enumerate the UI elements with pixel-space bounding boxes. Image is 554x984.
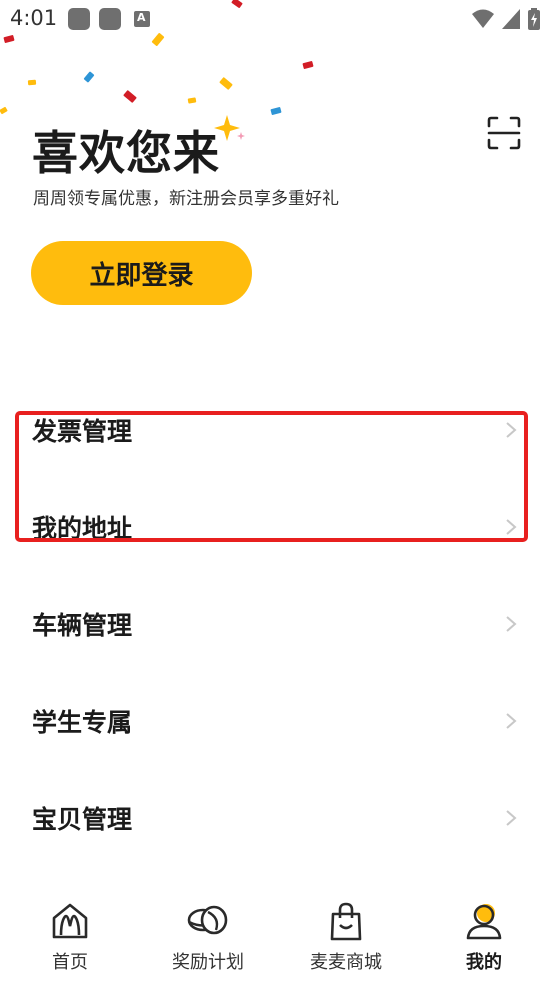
menu-item-label: 学生专属 bbox=[32, 708, 133, 737]
notification-icons bbox=[68, 8, 150, 30]
chevron-right-icon bbox=[506, 713, 517, 729]
shopping-bag-icon bbox=[330, 902, 362, 941]
signal-icon bbox=[502, 9, 520, 29]
nav-label: 我的 bbox=[466, 952, 502, 973]
login-button[interactable]: 立即登录 bbox=[31, 241, 252, 305]
status-bar: 4:01 bbox=[0, 0, 554, 38]
app-notification-icon bbox=[99, 8, 121, 30]
chevron-right-icon bbox=[506, 616, 517, 632]
chevron-right-icon bbox=[506, 422, 517, 438]
menu-item-address[interactable]: 我的地址 bbox=[0, 497, 554, 557]
nav-label: 奖励计划 bbox=[172, 952, 244, 973]
menu-item-baby[interactable]: 宝贝管理 bbox=[0, 788, 554, 848]
nav-item-shop[interactable]: 麦麦商城 bbox=[286, 890, 406, 984]
bottom-nav: 首页 奖励计划 麦麦商城 我的 bbox=[0, 890, 554, 984]
menu-item-label: 宝贝管理 bbox=[32, 805, 133, 834]
system-status-icons bbox=[472, 8, 540, 30]
chevron-right-icon bbox=[506, 810, 517, 826]
menu-item-label: 车辆管理 bbox=[32, 611, 133, 640]
nav-item-home[interactable]: 首页 bbox=[10, 890, 130, 984]
status-time: 4:01 bbox=[10, 6, 58, 30]
scan-icon[interactable] bbox=[487, 116, 521, 150]
profile-icon bbox=[466, 904, 502, 940]
coins-icon bbox=[187, 905, 228, 935]
menu-item-label: 我的地址 bbox=[32, 514, 133, 543]
menu-item-label: 发票管理 bbox=[32, 417, 133, 446]
nav-item-rewards[interactable]: 奖励计划 bbox=[148, 890, 268, 984]
battery-icon bbox=[528, 8, 540, 30]
welcome-subtitle: 周周领专属优惠，新注册会员享多重好礼 bbox=[33, 189, 339, 209]
chevron-right-icon bbox=[506, 519, 517, 535]
home-icon bbox=[52, 903, 88, 939]
sparkle-icon bbox=[214, 115, 245, 141]
welcome-title: 喜欢您来 bbox=[32, 126, 220, 180]
menu-item-vehicle[interactable]: 车辆管理 bbox=[0, 594, 554, 654]
app-notification-icon bbox=[68, 8, 90, 30]
nav-label: 麦麦商城 bbox=[310, 952, 382, 973]
menu-item-student[interactable]: 学生专属 bbox=[0, 691, 554, 751]
nav-label: 首页 bbox=[52, 952, 88, 973]
wifi-icon bbox=[472, 9, 494, 28]
font-notification-icon bbox=[134, 11, 150, 27]
nav-item-mine[interactable]: 我的 bbox=[424, 890, 544, 984]
menu-item-invoice[interactable]: 发票管理 bbox=[0, 400, 554, 460]
